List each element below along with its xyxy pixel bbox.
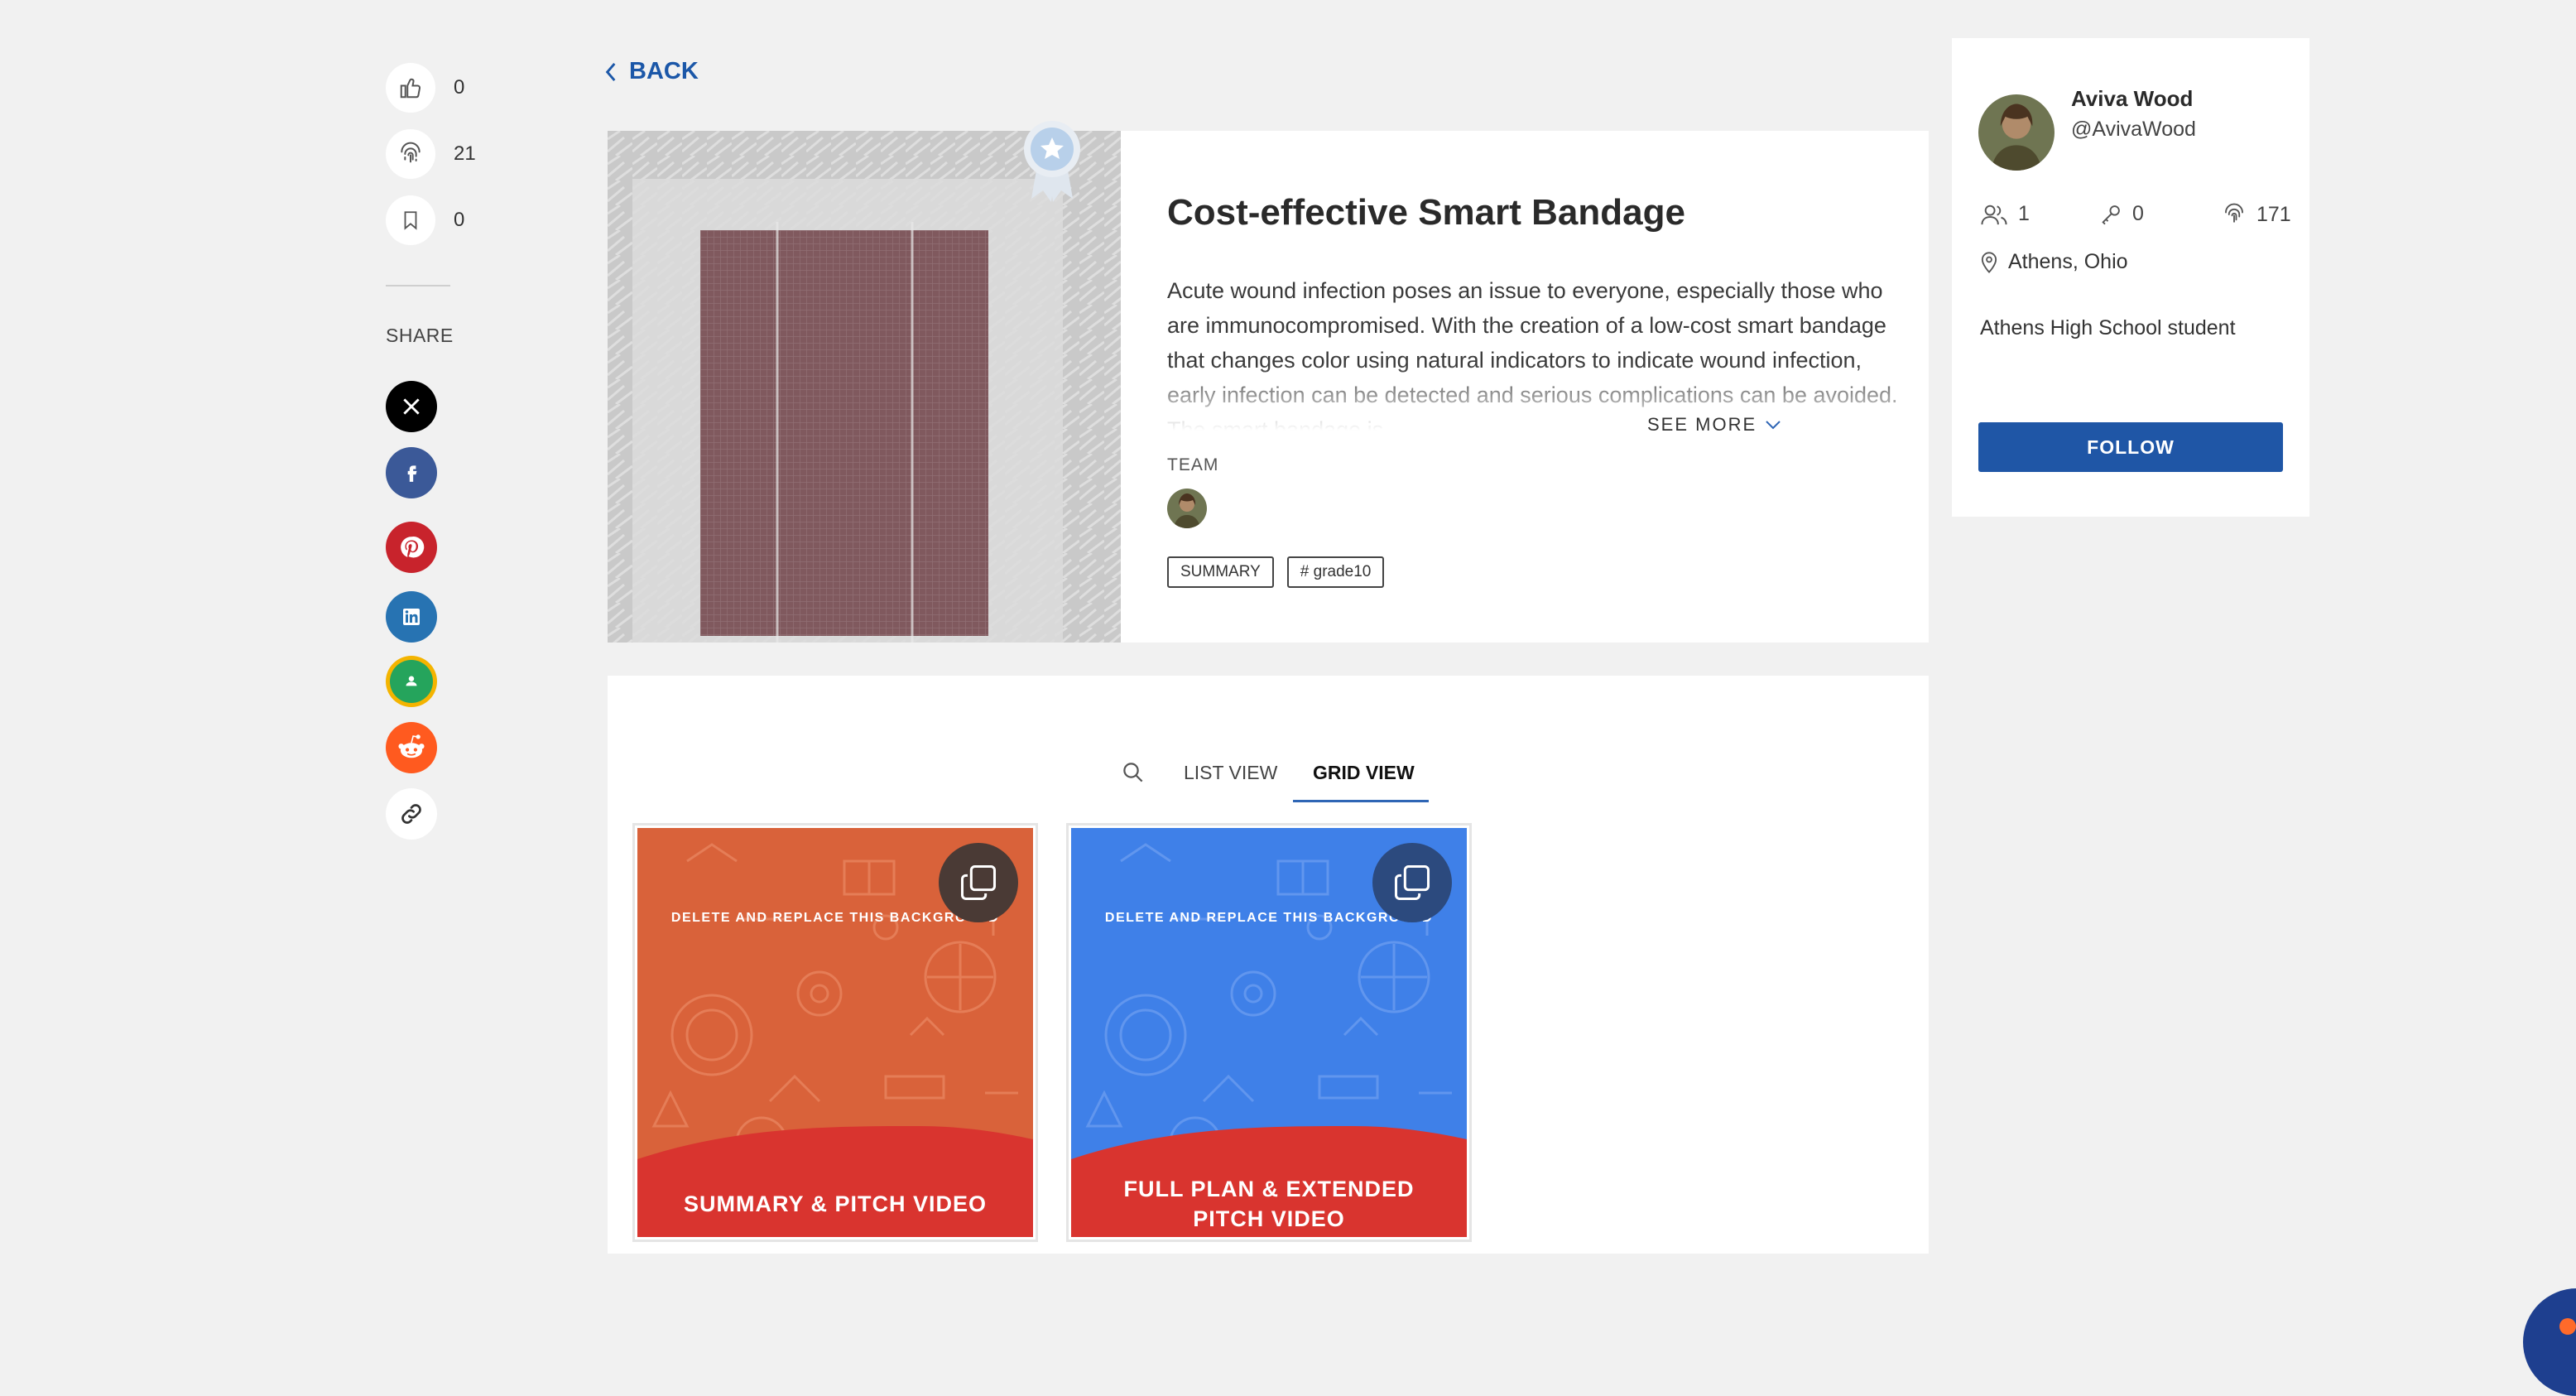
fingerprints-count: 171 [2256,202,2291,226]
author-name[interactable]: Aviva Wood [2071,86,2193,112]
tag-summary[interactable]: SUMMARY [1167,556,1274,588]
tile-thumbnail: DELETE AND REPLACE THIS BACKGROUND SUMMA… [637,828,1033,1237]
see-more-button[interactable]: SEE MORE [1626,414,1782,436]
chat-bot-icon [2559,1318,2576,1335]
tag-grade10[interactable]: # grade10 [1286,556,1385,588]
presentation-tile-summary[interactable]: DELETE AND REPLACE THIS BACKGROUND SUMMA… [632,823,1038,1242]
google-classroom-icon [390,660,433,703]
share-heading: SHARE [386,325,454,346]
pinterest-icon [401,537,425,558]
chevron-down-icon [1766,421,1781,430]
chevron-left-icon [605,62,616,81]
facebook-icon [407,465,417,482]
share-facebook-button[interactable] [386,447,437,498]
tile-title: SUMMARY & PITCH VIDEO [683,1191,988,1216]
location-pin-icon [1981,251,1997,273]
presentation-section: LIST VIEW GRID VIEW DELETE AND REPLACE T… [608,676,1929,1254]
bookmark-count: 0 [454,209,465,231]
project-title: Cost-effective Smart Bandage [1167,192,1685,233]
author-handle: @AvivaWood [2071,118,2196,141]
share-x-button[interactable] [386,381,437,432]
bookmark-stat: 0 [386,195,464,245]
x-icon [403,398,420,415]
tab-list-view[interactable]: LIST VIEW [1184,762,1277,784]
copy-icon [960,864,997,901]
search-icon [1123,763,1143,782]
presentation-tile-full-plan[interactable]: DELETE AND REPLACE THIS BACKGROUND FULL … [1066,823,1472,1242]
copy-tile-button[interactable] [939,843,1018,922]
tile-title: FULL PLAN & EXTENDED PITCH VIDEO [1123,1177,1415,1231]
bookmark-button[interactable] [386,195,435,245]
fingerprints-stat: 171 [2222,202,2291,227]
back-label: BACK [629,58,699,84]
fingerprint-icon [401,142,421,163]
location-text: Athens, Ohio [2008,250,2128,273]
author-avatar[interactable] [1978,94,2055,171]
tab-grid-view[interactable]: GRID VIEW [1313,762,1415,784]
search-button[interactable] [1121,760,1146,789]
copy-link-button[interactable] [386,788,437,840]
users-icon [1981,205,2007,224]
team-member-avatar[interactable] [1167,489,1207,528]
back-link[interactable]: BACK [604,58,699,85]
tag-list: SUMMARY # grade10 [1167,556,1385,588]
linkedin-icon [403,609,420,625]
tile-thumbnail: DELETE AND REPLACE THIS BACKGROUND FULL … [1071,828,1467,1237]
share-reddit-button[interactable] [386,722,437,773]
share-classroom-button[interactable] [386,656,437,707]
author-profile-card: Aviva Wood @AvivaWood 1 0 171 Athens, Oh… [1952,38,2309,517]
see-more-label: SEE MORE [1647,414,1757,435]
key-icon [2102,205,2120,224]
share-pinterest-button[interactable] [386,522,437,573]
fingerprint-stat: 21 [386,129,476,179]
tab-active-underline [1293,800,1429,802]
share-linkedin-button[interactable] [386,591,437,643]
description-fade [1167,364,1904,431]
copy-tile-button[interactable] [1372,843,1452,922]
like-stat: 0 [386,63,464,113]
copy-icon [1394,864,1430,901]
rail-divider [386,285,450,286]
fingerprint-count: 21 [454,142,476,165]
like-count: 0 [454,76,465,99]
award-badge-icon [1023,119,1081,209]
reddit-icon [398,734,425,758]
followers-count: 1 [2018,202,2030,225]
keys-count: 0 [2132,202,2144,225]
followers-stat: 1 [1980,202,2030,226]
fingerprint-icon [2225,203,2243,223]
team-label: TEAM [1167,455,1219,474]
project-card: Cost-effective Smart Bandage Acute wound… [608,121,1929,643]
bookmark-icon [404,211,417,230]
author-location: Athens, Ohio [1980,250,2128,274]
keys-stat: 0 [2099,202,2144,226]
fingerprint-button[interactable] [386,129,435,179]
author-bio: Athens High School student [1980,316,2236,339]
link-icon [401,804,421,824]
follow-button[interactable]: FOLLOW [1978,422,2283,472]
chat-widget-button[interactable] [2523,1288,2576,1396]
like-button[interactable] [386,63,435,113]
thumbs-up-icon [400,78,421,99]
